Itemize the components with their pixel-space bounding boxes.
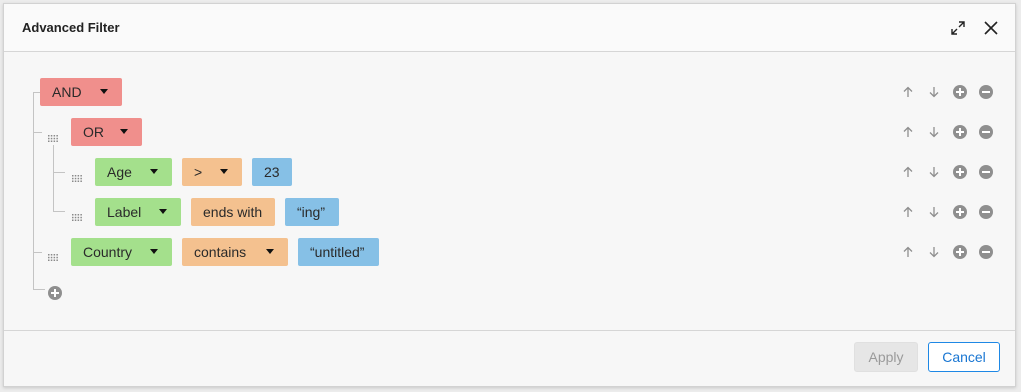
operator-select[interactable]: > <box>182 158 242 186</box>
operator-select[interactable]: contains <box>182 238 288 266</box>
drag-handle-icon[interactable] <box>72 169 82 182</box>
advanced-filter-dialog: Advanced Filter AND OR Age > 23 Label en… <box>3 3 1016 387</box>
operator-label: contains <box>194 244 247 260</box>
value-input[interactable]: 23 <box>252 158 292 186</box>
drag-handle-icon[interactable] <box>48 129 58 142</box>
tree-branch <box>33 92 40 93</box>
dialog-header: Advanced Filter <box>4 4 1015 52</box>
remove-circle-icon[interactable] <box>978 244 994 260</box>
drag-handle-icon[interactable] <box>72 208 82 221</box>
arrow-up-icon[interactable] <box>900 124 916 140</box>
operator-label: > <box>194 164 203 180</box>
remove-circle-icon[interactable] <box>978 204 994 220</box>
add-circle-icon[interactable] <box>952 84 968 100</box>
add-condition-button[interactable] <box>47 285 63 301</box>
value-input[interactable]: “untitled” <box>298 238 379 266</box>
value-label: 23 <box>264 164 280 180</box>
add-circle-icon[interactable] <box>952 244 968 260</box>
chevron-down-icon <box>220 169 228 174</box>
column-label: Age <box>107 164 132 180</box>
value-label: “ing” <box>297 204 326 220</box>
column-select[interactable]: Label <box>95 198 181 226</box>
tree-branch <box>53 172 65 173</box>
join-label: AND <box>52 84 82 100</box>
add-circle-icon[interactable] <box>952 164 968 180</box>
add-circle-icon <box>48 286 62 300</box>
remove-circle-icon[interactable] <box>978 124 994 140</box>
root-tree-line <box>33 93 34 289</box>
root-join-select[interactable]: AND <box>40 78 122 106</box>
tree-branch <box>53 211 65 212</box>
arrow-down-icon[interactable] <box>926 164 942 180</box>
chevron-down-icon <box>100 89 108 94</box>
cancel-button[interactable]: Cancel <box>928 342 1000 372</box>
group-tree-line <box>53 145 54 212</box>
close-icon[interactable] <box>979 16 1003 40</box>
arrow-down-icon[interactable] <box>926 244 942 260</box>
chevron-down-icon <box>150 249 158 254</box>
add-circle-icon[interactable] <box>952 124 968 140</box>
dialog-footer: Apply Cancel <box>4 330 1015 386</box>
arrow-up-icon[interactable] <box>900 244 916 260</box>
dialog-title: Advanced Filter <box>22 20 120 35</box>
add-circle-icon[interactable] <box>952 204 968 220</box>
operator-select[interactable]: ends with <box>191 198 275 226</box>
column-label: Country <box>83 244 133 260</box>
chevron-down-icon <box>266 249 274 254</box>
chevron-down-icon <box>150 169 158 174</box>
tree-branch <box>33 132 42 133</box>
operator-label: ends with <box>203 204 263 220</box>
chevron-down-icon <box>120 129 128 134</box>
remove-circle-icon[interactable] <box>978 84 994 100</box>
column-label: Label <box>107 204 142 220</box>
chevron-down-icon <box>159 209 167 214</box>
expand-icon[interactable] <box>946 16 970 40</box>
tree-branch <box>33 289 45 290</box>
arrow-down-icon[interactable] <box>926 204 942 220</box>
column-select[interactable]: Country <box>71 238 172 266</box>
tree-branch <box>33 252 42 253</box>
value-input[interactable]: “ing” <box>285 198 339 226</box>
value-label: “untitled” <box>310 244 365 260</box>
arrow-down-icon[interactable] <box>926 84 942 100</box>
group-join-select[interactable]: OR <box>71 118 142 146</box>
apply-button[interactable]: Apply <box>854 342 918 372</box>
arrow-up-icon[interactable] <box>900 84 916 100</box>
arrow-down-icon[interactable] <box>926 124 942 140</box>
join-label: OR <box>83 124 104 140</box>
arrow-up-icon[interactable] <box>900 164 916 180</box>
remove-circle-icon[interactable] <box>978 164 994 180</box>
drag-handle-icon[interactable] <box>48 248 58 261</box>
arrow-up-icon[interactable] <box>900 204 916 220</box>
column-select[interactable]: Age <box>95 158 172 186</box>
